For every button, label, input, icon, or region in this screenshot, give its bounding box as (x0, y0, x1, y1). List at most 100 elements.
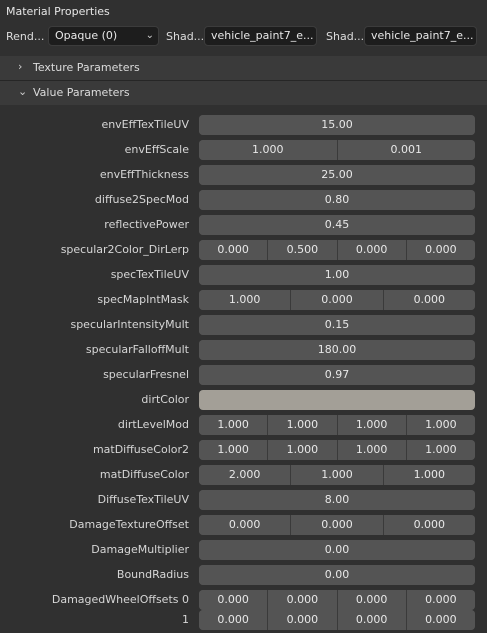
param-fields (199, 390, 475, 410)
param-row: reflectivePower 0.45 (0, 215, 487, 235)
param-label: matDiffuseColor (99, 468, 189, 481)
param-row: matDiffuseColor 2.000 1.000 1.000 (0, 465, 487, 485)
param-label: specularIntensityMult (70, 318, 189, 331)
number-field[interactable]: 1.000 (267, 415, 337, 435)
texture-parameters-header[interactable]: › Texture Parameters (0, 56, 487, 80)
param-row: 1 0.000 0.000 0.000 0.000 (0, 610, 487, 630)
param-label: envEffScale (124, 143, 189, 156)
param-label: envEffThickness (99, 168, 189, 181)
number-field[interactable]: 1.000 (336, 415, 406, 435)
number-field[interactable]: 0.500 (267, 240, 337, 260)
param-label: DamagedWheelOffsets 0 (51, 593, 189, 606)
param-row: matDiffuseColor2 1.000 1.000 1.000 1.000 (0, 440, 487, 460)
number-field[interactable]: 0.000 (199, 240, 268, 260)
number-field[interactable]: 0.00 (199, 540, 475, 560)
number-field[interactable]: 15.00 (199, 115, 475, 135)
param-fields: 1.000 1.000 1.000 1.000 (199, 440, 475, 460)
number-field[interactable]: 0.15 (199, 315, 475, 335)
param-fields: 0.00 (199, 540, 475, 560)
number-field[interactable]: 0.000 (290, 290, 383, 310)
param-fields: 0.000 0.000 0.000 (199, 515, 475, 535)
param-fields: 1.000 0.000 0.000 (199, 290, 475, 310)
param-row: diffuse2SpecMod 0.80 (0, 190, 487, 210)
number-field[interactable]: 0.000 (405, 610, 475, 630)
number-field[interactable]: 0.000 (336, 240, 406, 260)
param-fields: 15.00 (199, 115, 475, 135)
number-field[interactable]: 2.000 (199, 465, 291, 485)
shader1-field[interactable]: vehicle_paint7_e... (204, 26, 317, 46)
number-field[interactable]: 0.000 (199, 590, 268, 610)
param-label: matDiffuseColor2 (92, 443, 189, 456)
param-label: diffuse2SpecMod (94, 193, 189, 206)
material-top-row: Rend... Opaque (0) ⌄ Shad... vehicle_pai… (0, 26, 487, 48)
number-field[interactable]: 180.00 (199, 340, 475, 360)
param-fields: 25.00 (199, 165, 475, 185)
number-field[interactable]: 0.97 (199, 365, 475, 385)
color-swatch[interactable] (199, 390, 475, 410)
shader2-field[interactable]: vehicle_paint7_e... (364, 26, 477, 46)
number-field[interactable]: 1.000 (199, 290, 291, 310)
number-field[interactable]: 0.000 (199, 610, 268, 630)
param-label: specularFalloffMult (85, 343, 189, 356)
number-field[interactable]: 0.00 (199, 565, 475, 585)
value-parameters-header[interactable]: ⌄ Value Parameters (0, 81, 487, 105)
chevron-down-icon: ⌄ (18, 85, 28, 98)
number-field[interactable]: 0.000 (290, 515, 383, 535)
param-fields: 0.97 (199, 365, 475, 385)
param-label: DiffuseTexTileUV (97, 493, 189, 506)
number-field[interactable]: 1.000 (336, 440, 406, 460)
render-label: Rend... (6, 30, 45, 43)
param-label: 1 (182, 613, 189, 626)
number-field[interactable]: 0.000 (336, 610, 406, 630)
param-fields: 0.15 (199, 315, 475, 335)
number-field[interactable]: 0.000 (405, 240, 475, 260)
param-fields: 1.00 (199, 265, 475, 285)
param-fields: 0.000 0.000 0.000 0.000 (199, 590, 475, 610)
param-row: DiffuseTexTileUV 8.00 (0, 490, 487, 510)
number-field[interactable]: 1.00 (199, 265, 475, 285)
number-field[interactable]: 1.000 (267, 440, 337, 460)
render-mode-dropdown[interactable]: Opaque (0) ⌄ (48, 26, 159, 46)
number-field[interactable]: 1.000 (405, 440, 475, 460)
number-field[interactable]: 0.45 (199, 215, 475, 235)
number-field[interactable]: 1.000 (405, 415, 475, 435)
param-label: reflectivePower (104, 218, 189, 231)
chevron-right-icon: › (18, 60, 23, 73)
number-field[interactable]: 8.00 (199, 490, 475, 510)
param-row: specMapIntMask 1.000 0.000 0.000 (0, 290, 487, 310)
number-field[interactable]: 25.00 (199, 165, 475, 185)
param-fields: 0.00 (199, 565, 475, 585)
param-label: dirtColor (141, 393, 189, 406)
param-label: envEffTexTileUV (101, 118, 189, 131)
number-field[interactable]: 0.001 (336, 140, 475, 160)
number-field[interactable]: 0.000 (382, 290, 475, 310)
number-field[interactable]: 1.000 (199, 140, 337, 160)
number-field[interactable]: 1.000 (199, 440, 268, 460)
param-label: BoundRadius (116, 568, 189, 581)
param-fields: 0.80 (199, 190, 475, 210)
number-field[interactable]: 0.000 (267, 590, 337, 610)
chevron-down-icon: ⌄ (145, 30, 154, 41)
number-field[interactable]: 1.000 (199, 415, 268, 435)
param-row: BoundRadius 0.00 (0, 565, 487, 585)
param-label: DamageMultiplier (91, 543, 189, 556)
number-field[interactable]: 1.000 (290, 465, 383, 485)
number-field[interactable]: 0.000 (199, 515, 291, 535)
param-label: specTexTileUV (110, 268, 189, 281)
number-field[interactable]: 0.000 (336, 590, 406, 610)
number-field[interactable]: 1.000 (382, 465, 475, 485)
param-row: specularIntensityMult 0.15 (0, 315, 487, 335)
param-label: DamageTextureOffset (69, 518, 189, 531)
number-field[interactable]: 0.000 (382, 515, 475, 535)
param-fields: 1.000 1.000 1.000 1.000 (199, 415, 475, 435)
param-row: envEffThickness 25.00 (0, 165, 487, 185)
texture-parameters-label: Texture Parameters (33, 61, 140, 74)
number-field[interactable]: 0.000 (405, 590, 475, 610)
param-label: specular2Color_DirLerp (60, 243, 189, 256)
shader2-value: vehicle_paint7_e... (371, 29, 474, 42)
number-field[interactable]: 0.80 (199, 190, 475, 210)
number-field[interactable]: 0.000 (267, 610, 337, 630)
param-fields: 0.000 0.500 0.000 0.000 (199, 240, 475, 260)
shader1-value: vehicle_paint7_e... (211, 29, 314, 42)
param-label: specMapIntMask (97, 293, 189, 306)
